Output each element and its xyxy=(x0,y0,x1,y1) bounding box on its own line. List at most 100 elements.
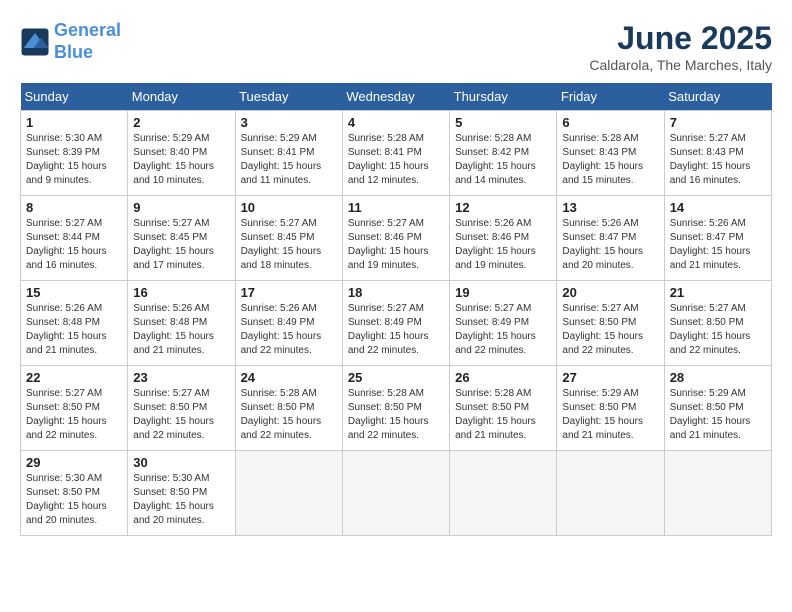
day-info: Sunrise: 5:26 AM Sunset: 8:47 PM Dayligh… xyxy=(670,217,766,273)
column-header-friday: Friday xyxy=(557,83,664,111)
calendar-cell: 24 Sunrise: 5:28 AM Sunset: 8:50 PM Dayli… xyxy=(235,366,342,451)
day-number: 16 xyxy=(133,285,229,300)
calendar-cell: 18 Sunrise: 5:27 AM Sunset: 8:49 PM Dayli… xyxy=(342,281,449,366)
calendar-cell: 6 Sunrise: 5:28 AM Sunset: 8:43 PM Daylig… xyxy=(557,111,664,196)
calendar-cell: 20 Sunrise: 5:27 AM Sunset: 8:50 PM Dayli… xyxy=(557,281,664,366)
day-info: Sunrise: 5:30 AM Sunset: 8:39 PM Dayligh… xyxy=(26,132,122,188)
calendar-cell: 27 Sunrise: 5:29 AM Sunset: 8:50 PM Dayli… xyxy=(557,366,664,451)
day-info: Sunrise: 5:29 AM Sunset: 8:40 PM Dayligh… xyxy=(133,132,229,188)
day-number: 2 xyxy=(133,115,229,130)
column-header-tuesday: Tuesday xyxy=(235,83,342,111)
calendar-header-row: SundayMondayTuesdayWednesdayThursdayFrid… xyxy=(21,83,772,111)
day-info: Sunrise: 5:30 AM Sunset: 8:50 PM Dayligh… xyxy=(26,472,122,528)
calendar-cell: 5 Sunrise: 5:28 AM Sunset: 8:42 PM Daylig… xyxy=(450,111,557,196)
day-info: Sunrise: 5:26 AM Sunset: 8:48 PM Dayligh… xyxy=(133,302,229,358)
location-subtitle: Caldarola, The Marches, Italy xyxy=(589,57,772,73)
day-info: Sunrise: 5:27 AM Sunset: 8:43 PM Dayligh… xyxy=(670,132,766,188)
calendar-cell: 29 Sunrise: 5:30 AM Sunset: 8:50 PM Dayli… xyxy=(21,451,128,536)
calendar-cell: 10 Sunrise: 5:27 AM Sunset: 8:45 PM Dayli… xyxy=(235,196,342,281)
day-number: 26 xyxy=(455,370,551,385)
day-info: Sunrise: 5:29 AM Sunset: 8:50 PM Dayligh… xyxy=(670,387,766,443)
day-info: Sunrise: 5:27 AM Sunset: 8:50 PM Dayligh… xyxy=(562,302,658,358)
day-info: Sunrise: 5:28 AM Sunset: 8:41 PM Dayligh… xyxy=(348,132,444,188)
column-header-wednesday: Wednesday xyxy=(342,83,449,111)
day-info: Sunrise: 5:27 AM Sunset: 8:45 PM Dayligh… xyxy=(241,217,337,273)
title-block: June 2025 Caldarola, The Marches, Italy xyxy=(589,20,772,73)
calendar-cell: 11Sunrise: 5:27 AM Sunset: 8:46 PM Dayli… xyxy=(342,196,449,281)
day-number: 1 xyxy=(26,115,122,130)
day-info: Sunrise: 5:26 AM Sunset: 8:47 PM Dayligh… xyxy=(562,217,658,273)
calendar-cell: 1 Sunrise: 5:30 AM Sunset: 8:39 PM Daylig… xyxy=(21,111,128,196)
calendar-cell: 12 Sunrise: 5:26 AM Sunset: 8:46 PM Dayli… xyxy=(450,196,557,281)
calendar-week-4: 22 Sunrise: 5:27 AM Sunset: 8:50 PM Dayli… xyxy=(21,366,772,451)
calendar-cell: 16 Sunrise: 5:26 AM Sunset: 8:48 PM Dayli… xyxy=(128,281,235,366)
calendar-cell xyxy=(664,451,771,536)
calendar-cell xyxy=(342,451,449,536)
day-number: 24 xyxy=(241,370,337,385)
day-info: Sunrise: 5:28 AM Sunset: 8:43 PM Dayligh… xyxy=(562,132,658,188)
day-info: Sunrise: 5:26 AM Sunset: 8:48 PM Dayligh… xyxy=(26,302,122,358)
calendar-cell: 28 Sunrise: 5:29 AM Sunset: 8:50 PM Dayli… xyxy=(664,366,771,451)
calendar-cell: 2 Sunrise: 5:29 AM Sunset: 8:40 PM Daylig… xyxy=(128,111,235,196)
day-number: 3 xyxy=(241,115,337,130)
calendar-cell: 23 Sunrise: 5:27 AM Sunset: 8:50 PM Dayli… xyxy=(128,366,235,451)
day-info: Sunrise: 5:29 AM Sunset: 8:41 PM Dayligh… xyxy=(241,132,337,188)
day-info: Sunrise: 5:27 AM Sunset: 8:49 PM Dayligh… xyxy=(455,302,551,358)
day-number: 17 xyxy=(241,285,337,300)
column-header-sunday: Sunday xyxy=(21,83,128,111)
day-info: Sunrise: 5:26 AM Sunset: 8:49 PM Dayligh… xyxy=(241,302,337,358)
calendar-cell: 19Sunrise: 5:27 AM Sunset: 8:49 PM Dayli… xyxy=(450,281,557,366)
column-header-saturday: Saturday xyxy=(664,83,771,111)
calendar-cell: 17 Sunrise: 5:26 AM Sunset: 8:49 PM Dayli… xyxy=(235,281,342,366)
calendar-cell: 14 Sunrise: 5:26 AM Sunset: 8:47 PM Dayli… xyxy=(664,196,771,281)
day-number: 30 xyxy=(133,455,229,470)
page-header: General Blue June 2025 Caldarola, The Ma… xyxy=(20,20,772,73)
day-info: Sunrise: 5:27 AM Sunset: 8:46 PM Dayligh… xyxy=(348,217,444,273)
day-number: 23 xyxy=(133,370,229,385)
day-info: Sunrise: 5:27 AM Sunset: 8:50 PM Dayligh… xyxy=(133,387,229,443)
calendar-week-2: 8 Sunrise: 5:27 AM Sunset: 8:44 PM Daylig… xyxy=(21,196,772,281)
logo-text: General Blue xyxy=(54,20,121,63)
day-info: Sunrise: 5:28 AM Sunset: 8:50 PM Dayligh… xyxy=(241,387,337,443)
day-info: Sunrise: 5:26 AM Sunset: 8:46 PM Dayligh… xyxy=(455,217,551,273)
day-info: Sunrise: 5:28 AM Sunset: 8:50 PM Dayligh… xyxy=(348,387,444,443)
day-number: 27 xyxy=(562,370,658,385)
calendar-cell: 3 Sunrise: 5:29 AM Sunset: 8:41 PM Daylig… xyxy=(235,111,342,196)
day-number: 29 xyxy=(26,455,122,470)
calendar-cell xyxy=(557,451,664,536)
calendar-cell: 9Sunrise: 5:27 AM Sunset: 8:45 PM Daylig… xyxy=(128,196,235,281)
column-header-thursday: Thursday xyxy=(450,83,557,111)
day-number: 28 xyxy=(670,370,766,385)
calendar-week-3: 15 Sunrise: 5:26 AM Sunset: 8:48 PM Dayli… xyxy=(21,281,772,366)
calendar-cell: 30 Sunrise: 5:30 AM Sunset: 8:50 PM Dayli… xyxy=(128,451,235,536)
day-info: Sunrise: 5:27 AM Sunset: 8:49 PM Dayligh… xyxy=(348,302,444,358)
month-title: June 2025 xyxy=(589,20,772,57)
calendar-cell: 4Sunrise: 5:28 AM Sunset: 8:41 PM Daylig… xyxy=(342,111,449,196)
day-number: 20 xyxy=(562,285,658,300)
calendar-cell: 15 Sunrise: 5:26 AM Sunset: 8:48 PM Dayli… xyxy=(21,281,128,366)
day-number: 12 xyxy=(455,200,551,215)
calendar-cell: 7Sunrise: 5:27 AM Sunset: 8:43 PM Daylig… xyxy=(664,111,771,196)
day-info: Sunrise: 5:27 AM Sunset: 8:45 PM Dayligh… xyxy=(133,217,229,273)
day-number: 10 xyxy=(241,200,337,215)
day-info: Sunrise: 5:30 AM Sunset: 8:50 PM Dayligh… xyxy=(133,472,229,528)
logo-general: General xyxy=(54,20,121,40)
day-info: Sunrise: 5:29 AM Sunset: 8:50 PM Dayligh… xyxy=(562,387,658,443)
day-number: 15 xyxy=(26,285,122,300)
calendar-cell: 21Sunrise: 5:27 AM Sunset: 8:50 PM Dayli… xyxy=(664,281,771,366)
calendar-week-1: 1 Sunrise: 5:30 AM Sunset: 8:39 PM Daylig… xyxy=(21,111,772,196)
day-number: 18 xyxy=(348,285,444,300)
day-number: 25 xyxy=(348,370,444,385)
day-info: Sunrise: 5:27 AM Sunset: 8:44 PM Dayligh… xyxy=(26,217,122,273)
day-number: 22 xyxy=(26,370,122,385)
day-info: Sunrise: 5:28 AM Sunset: 8:42 PM Dayligh… xyxy=(455,132,551,188)
calendar-cell: 25 Sunrise: 5:28 AM Sunset: 8:50 PM Dayli… xyxy=(342,366,449,451)
day-number: 6 xyxy=(562,115,658,130)
day-number: 5 xyxy=(455,115,551,130)
day-number: 21 xyxy=(670,285,766,300)
day-number: 14 xyxy=(670,200,766,215)
day-number: 13 xyxy=(562,200,658,215)
calendar-cell: 8 Sunrise: 5:27 AM Sunset: 8:44 PM Daylig… xyxy=(21,196,128,281)
calendar-cell: 22Sunrise: 5:27 AM Sunset: 8:50 PM Dayli… xyxy=(21,366,128,451)
day-number: 8 xyxy=(26,200,122,215)
